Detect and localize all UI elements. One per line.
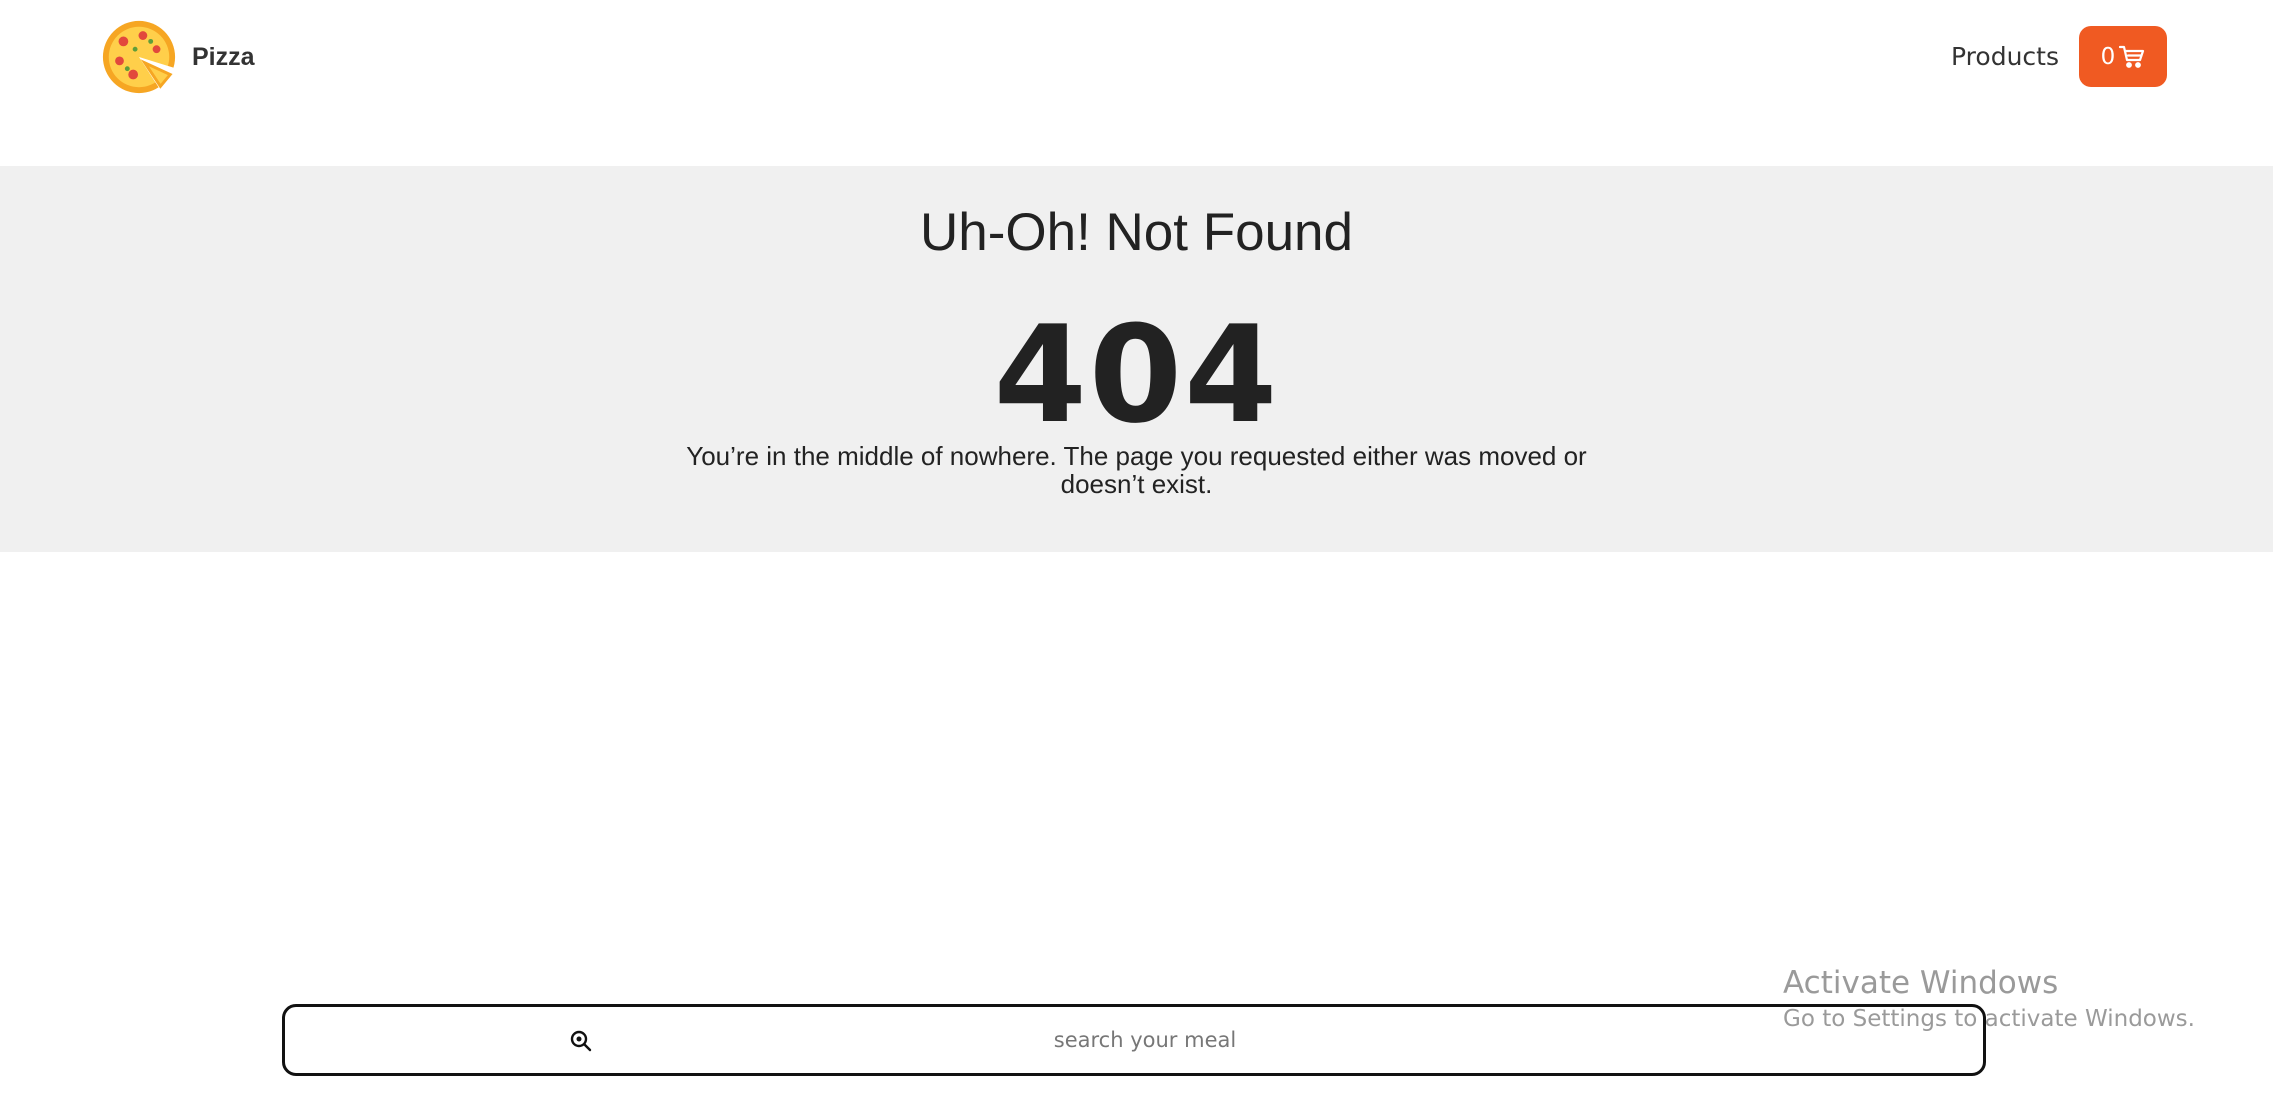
brand-link[interactable]: Pizza xyxy=(100,18,255,96)
search-icon[interactable] xyxy=(569,1029,593,1053)
cart-button[interactable]: 0 xyxy=(2079,26,2167,87)
not-found-panel: Uh-Oh! Not Found 404 You’re in the middl… xyxy=(0,166,2273,552)
search-input[interactable] xyxy=(595,1017,1695,1063)
nav-products-link[interactable]: Products xyxy=(1951,42,2059,71)
error-code: 404 xyxy=(993,297,1280,453)
pizza-icon xyxy=(102,20,178,94)
cart-icon xyxy=(2119,45,2145,68)
cart-count: 0 xyxy=(2100,43,2116,70)
not-found-title: Uh-Oh! Not Found xyxy=(919,203,1354,262)
brand-name: Pizza xyxy=(192,42,255,71)
watermark-title: Activate Windows xyxy=(1783,965,2059,1001)
search-bar xyxy=(282,1004,1986,1076)
main-nav: Products 0 xyxy=(1951,26,2167,87)
site-header: Pizza Products 0 xyxy=(0,0,2273,166)
not-found-message: You’re in the middle of nowhere. The pag… xyxy=(686,441,1587,499)
